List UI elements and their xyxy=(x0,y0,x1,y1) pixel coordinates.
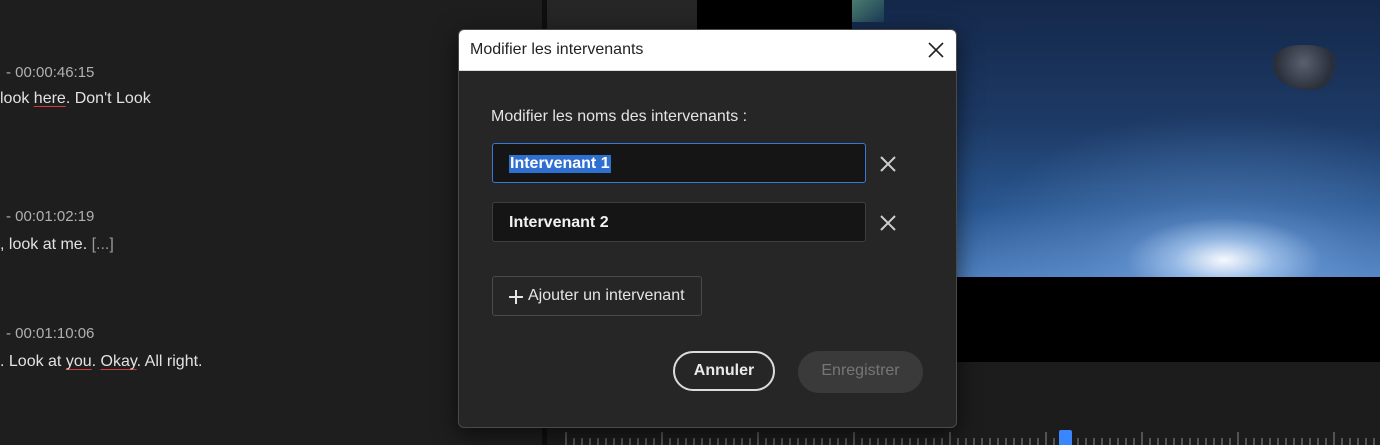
speaker-name-value: Intervenant 1 xyxy=(509,155,611,173)
dialog-subtitle: Modifier les noms des intervenants : xyxy=(491,108,748,125)
dialog-title: Modifier les intervenants xyxy=(470,41,644,58)
save-label: Enregistrer xyxy=(821,362,900,379)
close-icon xyxy=(928,42,944,58)
text-run: . Look at xyxy=(0,353,66,370)
remove-speaker-1-button[interactable] xyxy=(877,153,899,175)
segment-text[interactable]: . Look at you. Okay. All right. xyxy=(0,353,202,371)
video-cloud-detail xyxy=(1272,45,1342,90)
segment-timestamp: - 00:01:10:06 xyxy=(6,325,95,342)
segment-timestamp: - 00:00:46:15 xyxy=(6,64,95,81)
ellipsis-marker[interactable]: [...] xyxy=(92,236,114,253)
flagged-word[interactable]: Okay xyxy=(101,353,137,370)
text-run: . xyxy=(91,353,101,370)
panel-background xyxy=(547,0,697,30)
text-run: . Don't Look xyxy=(65,90,151,107)
close-icon xyxy=(880,215,896,231)
flagged-word[interactable]: here xyxy=(34,90,66,107)
add-speaker-label: Ajouter un intervenant xyxy=(528,287,685,304)
playhead-marker[interactable] xyxy=(1059,430,1072,445)
text-run: look xyxy=(0,90,34,107)
text-run: , look at me. xyxy=(0,236,92,253)
edit-speakers-dialog: Modifier les intervenants Modifier les n… xyxy=(458,29,957,428)
segment-text[interactable]: look here. Don't Look xyxy=(0,90,151,108)
speaker-name-input-2[interactable]: Intervenant 2 xyxy=(492,202,866,242)
dialog-header: Modifier les intervenants xyxy=(459,30,956,71)
text-run: . All right. xyxy=(136,353,203,370)
close-icon xyxy=(880,156,896,172)
plus-icon xyxy=(509,290,523,304)
segment-text[interactable]: , look at me. [...] xyxy=(0,236,114,254)
cancel-label: Annuler xyxy=(693,362,755,379)
save-button: Enregistrer xyxy=(798,351,923,393)
close-button[interactable] xyxy=(921,35,951,65)
speaker-name-value: Intervenant 2 xyxy=(509,214,609,231)
cancel-button[interactable]: Annuler xyxy=(673,351,775,391)
remove-speaker-2-button[interactable] xyxy=(877,212,899,234)
add-speaker-button[interactable]: Ajouter un intervenant xyxy=(492,276,702,316)
speaker-name-input-1[interactable]: Intervenant 1 xyxy=(492,143,866,183)
flagged-word[interactable]: you xyxy=(66,353,92,370)
segment-timestamp: - 00:01:02:19 xyxy=(6,208,95,225)
timeline-ruler[interactable] xyxy=(565,432,1380,445)
video-corner-detail xyxy=(852,0,884,22)
